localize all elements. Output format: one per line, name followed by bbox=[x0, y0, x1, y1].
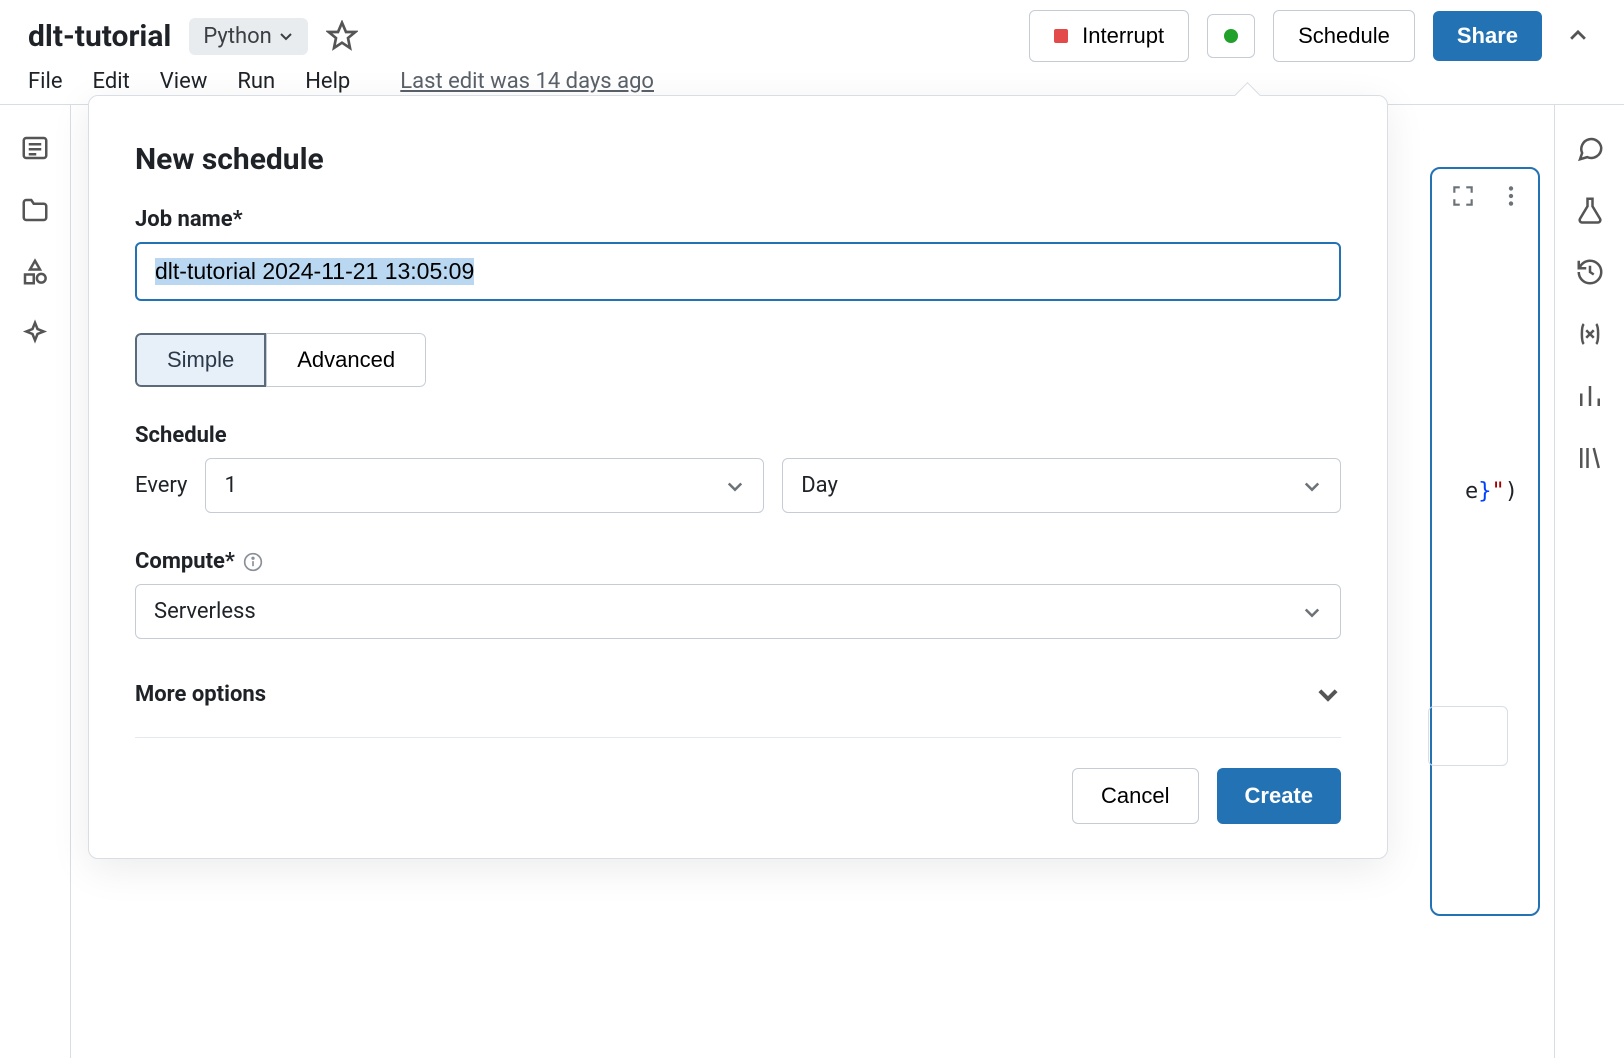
menu-run[interactable]: Run bbox=[237, 69, 275, 94]
history-icon bbox=[1575, 257, 1605, 287]
favorite-button[interactable] bbox=[326, 20, 358, 52]
create-button[interactable]: Create bbox=[1217, 768, 1341, 824]
every-count-value: 1 bbox=[224, 473, 236, 498]
expand-icon bbox=[1450, 183, 1476, 209]
notebook-edge bbox=[70, 105, 80, 1058]
compute-select[interactable]: Serverless bbox=[135, 584, 1341, 639]
code-text-e: e bbox=[1465, 479, 1478, 504]
header-title-row: dlt-tutorial Python Interrupt Schedule S… bbox=[28, 10, 1596, 62]
header-expand-button[interactable] bbox=[1560, 18, 1596, 54]
menu-edit[interactable]: Edit bbox=[93, 69, 130, 94]
stop-icon bbox=[1054, 29, 1068, 43]
chevron-down-icon bbox=[1302, 602, 1322, 622]
tab-simple[interactable]: Simple bbox=[135, 333, 266, 387]
library-button[interactable] bbox=[1575, 443, 1605, 473]
interrupt-button[interactable]: Interrupt bbox=[1029, 10, 1189, 62]
notebook-header: dlt-tutorial Python Interrupt Schedule S… bbox=[0, 0, 1624, 105]
share-button[interactable]: Share bbox=[1433, 11, 1542, 61]
library-icon bbox=[1575, 443, 1605, 473]
code-text-quote: " bbox=[1492, 479, 1505, 504]
chevron-down-icon bbox=[725, 476, 745, 496]
language-label: Python bbox=[203, 24, 271, 49]
menu-help[interactable]: Help bbox=[305, 69, 350, 94]
every-label: Every bbox=[135, 473, 187, 498]
cluster-status-button[interactable] bbox=[1207, 14, 1255, 58]
header-actions: Interrupt Schedule Share bbox=[1029, 10, 1596, 62]
code-text-brace: } bbox=[1478, 479, 1491, 504]
language-selector[interactable]: Python bbox=[189, 18, 307, 55]
menu-file[interactable]: File bbox=[28, 69, 63, 94]
cancel-button[interactable]: Cancel bbox=[1072, 768, 1198, 824]
variables-icon bbox=[1575, 319, 1605, 349]
job-name-input[interactable] bbox=[135, 242, 1341, 301]
comments-button[interactable] bbox=[1575, 133, 1605, 163]
code-fragment: e}") bbox=[1465, 479, 1518, 504]
new-schedule-popover: New schedule Job name* Simple Advanced S… bbox=[88, 95, 1388, 859]
chevron-down-icon bbox=[1302, 476, 1322, 496]
kebab-icon bbox=[1498, 183, 1524, 209]
cell-more-button[interactable] bbox=[1498, 183, 1524, 209]
variables-button[interactable] bbox=[1575, 319, 1605, 349]
schedule-label: Schedule bbox=[1298, 23, 1390, 49]
schedule-row: Every 1 Day bbox=[135, 458, 1341, 513]
interrupt-label: Interrupt bbox=[1082, 23, 1164, 49]
every-count-select[interactable]: 1 bbox=[205, 458, 764, 513]
toc-icon bbox=[20, 133, 50, 163]
history-button[interactable] bbox=[1575, 257, 1605, 287]
tab-advanced[interactable]: Advanced bbox=[266, 333, 426, 387]
every-unit-value: Day bbox=[801, 473, 838, 498]
more-options-label: More options bbox=[135, 682, 266, 707]
right-rail bbox=[1554, 105, 1624, 1058]
info-icon[interactable] bbox=[243, 552, 263, 572]
chevron-down-icon bbox=[1315, 681, 1341, 707]
toc-button[interactable] bbox=[20, 133, 50, 163]
more-options-toggle[interactable]: More options bbox=[135, 663, 1341, 738]
compute-value: Serverless bbox=[154, 599, 256, 624]
dashboards-button[interactable] bbox=[1575, 381, 1605, 411]
compute-label: Compute* bbox=[135, 549, 1341, 574]
cell-expand-button[interactable] bbox=[1450, 183, 1476, 209]
assistant-button[interactable] bbox=[20, 319, 50, 349]
sparkle-icon bbox=[20, 319, 50, 349]
comment-icon bbox=[1575, 133, 1605, 163]
main-area: e}") New schedule Job name* Simple Advan… bbox=[0, 105, 1624, 1058]
job-name-label: Job name* bbox=[135, 207, 1341, 232]
schedule-section-label: Schedule bbox=[135, 423, 1341, 448]
share-label: Share bbox=[1457, 23, 1518, 49]
every-unit-select[interactable]: Day bbox=[782, 458, 1341, 513]
compute-label-text: Compute* bbox=[135, 549, 235, 574]
menu-view[interactable]: View bbox=[160, 69, 208, 94]
mode-tabs: Simple Advanced bbox=[135, 333, 426, 387]
notebook-title[interactable]: dlt-tutorial bbox=[28, 19, 171, 54]
last-edit-link[interactable]: Last edit was 14 days ago bbox=[400, 69, 654, 94]
shapes-icon bbox=[20, 257, 50, 287]
shapes-button[interactable] bbox=[20, 257, 50, 287]
flask-icon bbox=[1575, 195, 1605, 225]
popover-title: New schedule bbox=[135, 142, 1341, 177]
left-rail bbox=[0, 105, 70, 1058]
folder-button[interactable] bbox=[20, 195, 50, 225]
folder-icon bbox=[20, 195, 50, 225]
chevron-down-icon bbox=[278, 28, 294, 44]
code-cell[interactable]: e}") bbox=[1430, 167, 1540, 916]
popover-footer: Cancel Create bbox=[135, 768, 1341, 824]
schedule-button[interactable]: Schedule bbox=[1273, 10, 1415, 62]
status-running-icon bbox=[1224, 29, 1238, 43]
chevron-up-icon bbox=[1567, 25, 1589, 47]
star-icon bbox=[326, 20, 358, 52]
experiments-button[interactable] bbox=[1575, 195, 1605, 225]
content-area: e}") New schedule Job name* Simple Advan… bbox=[70, 105, 1554, 1058]
cell-output-box bbox=[1428, 706, 1508, 766]
bar-chart-icon bbox=[1575, 381, 1605, 411]
cell-toolbar bbox=[1450, 183, 1524, 209]
code-text-paren: ) bbox=[1505, 479, 1518, 504]
